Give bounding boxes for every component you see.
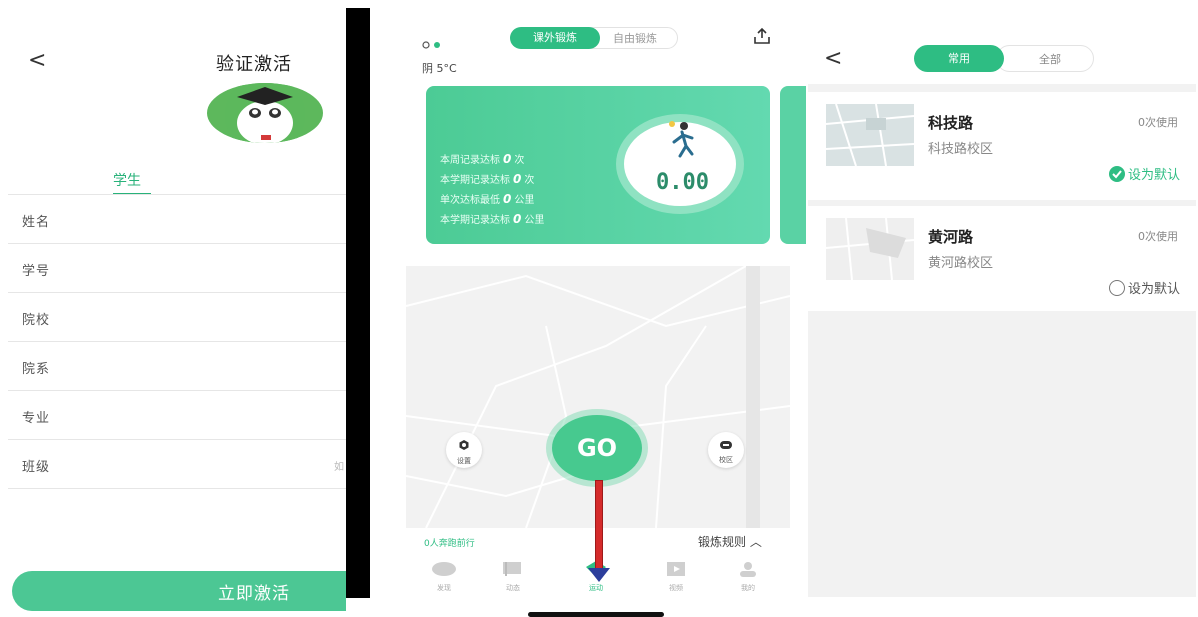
nav-label: 动态 (506, 584, 520, 592)
activate-button[interactable]: 立即激活 (12, 571, 346, 611)
campus-label: 校区 (719, 456, 733, 464)
set-default-label: 设为默认 (1127, 168, 1180, 183)
go-button[interactable]: GO (552, 415, 642, 481)
nav-discover[interactable]: 发现 (422, 561, 466, 593)
rules-toggle[interactable]: 锻炼规则 ︿ (698, 533, 762, 550)
page-indicator (422, 34, 444, 53)
activate-button-label: 立即激活 (218, 584, 290, 604)
tab-common[interactable]: 常用 (914, 45, 1004, 72)
nav-label: 发现 (437, 584, 451, 592)
distance-value: 0.00 (656, 170, 709, 195)
term-stat: 本学期记录达标 0 次 (440, 172, 535, 186)
next-card-peek (780, 86, 806, 244)
school-field[interactable]: 院校 (8, 293, 346, 342)
field-label: 姓名 (22, 215, 51, 230)
field-label: 院系 (22, 362, 51, 377)
nav-moments[interactable]: 动态 (491, 561, 535, 593)
video-icon (667, 562, 685, 576)
annotation-arrow-head (588, 568, 610, 582)
share-icon[interactable] (753, 27, 771, 49)
campus-card[interactable]: 科技路 科技路校区 0次使用 设为默认 (808, 92, 1196, 200)
distance-circle: 0.00 (616, 114, 744, 214)
activation-panel: < 验证激活 学生 姓名 学号 院校 院系 专业 班级 如 立即激活 (0, 0, 346, 617)
student-id-field[interactable]: 学号 (8, 244, 346, 293)
nav-profile[interactable]: 我的 (726, 561, 770, 593)
single-min-stat: 单次达标最低 0 公里 (440, 192, 535, 206)
campus-select-panel: < 全部 常用 科技路 科技路校区 0次使用 设为默认 黄河路 黄河路校区 0次… (806, 0, 1198, 617)
runners-count: 0人奔跑前行 (424, 539, 475, 549)
set-default-toggle[interactable]: 设为默认 (1108, 164, 1180, 183)
back-button[interactable]: < (28, 48, 46, 73)
unchecked-icon (1108, 280, 1125, 296)
campus-map-thumbnail (826, 104, 914, 166)
field-placeholder: 如 (334, 462, 344, 473)
tab-all[interactable]: 全部 (996, 45, 1094, 72)
settings-icon (459, 440, 469, 450)
week-stat: 本周记录达标 0 次 (440, 152, 525, 166)
page-title: 验证激活 (216, 54, 292, 75)
field-label: 院校 (22, 313, 51, 328)
exercise-panel: 自由锻炼 课外锻炼 阴 5°C 本周记录达标 0 次 本学期记录达标 0 次 单次达标最… (370, 0, 806, 617)
field-label: 专业 (22, 411, 51, 426)
settings-label: 设置 (457, 457, 471, 465)
campus-icon (720, 441, 732, 449)
usage-count: 0次使用 (1138, 116, 1178, 129)
campus-card[interactable]: 黄河路 黄河路校区 0次使用 设为默认 (808, 206, 1196, 311)
tab-extracurricular[interactable]: 课外锻炼 (510, 27, 600, 49)
nav-label: 我的 (741, 584, 755, 592)
campus-subtitle: 科技路校区 (928, 142, 994, 157)
usage-count: 0次使用 (1138, 230, 1178, 243)
nav-label: 运动 (589, 584, 603, 592)
weather-text: 阴 5°C (422, 62, 457, 75)
campus-map-thumbnail (826, 218, 914, 280)
discover-icon (432, 562, 456, 576)
profile-icon (740, 562, 756, 577)
term-distance-stat: 本学期记录达标 0 公里 (440, 212, 545, 226)
name-field[interactable]: 姓名 (8, 195, 346, 244)
campus-name: 科技路 (928, 114, 974, 132)
runner-icon (669, 121, 694, 158)
checked-icon (1108, 166, 1125, 182)
campus-name: 黄河路 (928, 228, 974, 246)
back-button[interactable]: < (824, 46, 842, 71)
major-field[interactable]: 专业 (8, 391, 346, 440)
home-indicator (528, 612, 664, 617)
panel-separator (346, 8, 370, 598)
campus-subtitle: 黄河路校区 (928, 256, 994, 271)
tab-student[interactable]: 学生 (113, 170, 141, 190)
set-default-label: 设为默认 (1127, 282, 1180, 297)
class-field[interactable]: 班级 如 (8, 440, 346, 489)
department-field[interactable]: 院系 (8, 342, 346, 391)
nav-video[interactable]: 视频 (654, 561, 698, 593)
stats-card: 本周记录达标 0 次 本学期记录达标 0 次 单次达标最低 0 公里 本学期记录达标 0 公里 … (426, 86, 770, 244)
set-default-toggle[interactable]: 设为默认 (1108, 278, 1180, 297)
annotation-arrow (595, 480, 603, 576)
settings-button[interactable]: 设置 (446, 432, 482, 468)
nav-label: 视频 (669, 584, 683, 592)
campus-button[interactable]: 校区 (708, 432, 744, 468)
avatar (207, 83, 323, 143)
moments-icon (503, 562, 521, 576)
field-label: 班级 (22, 460, 51, 475)
field-label: 学号 (22, 264, 51, 279)
